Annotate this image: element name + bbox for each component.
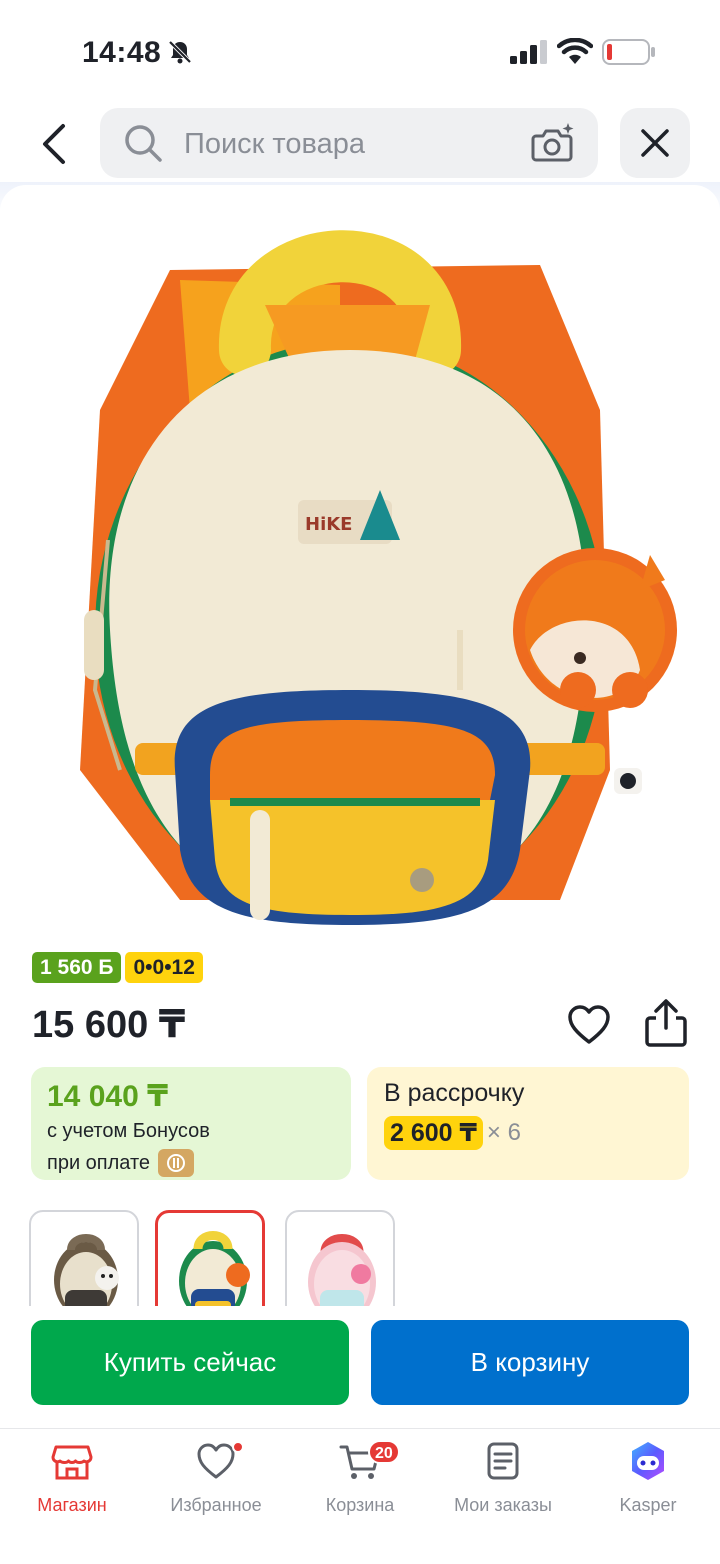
nav-cart-label: Корзина bbox=[325, 1495, 395, 1515]
bonus-price-line2: при оплате bbox=[47, 1149, 335, 1177]
nav-orders[interactable]: Мои заказы bbox=[433, 1439, 573, 1516]
bonus-price-text2: при оплате bbox=[47, 1151, 151, 1174]
installment-badge: 0•0•12 bbox=[125, 952, 203, 983]
installment-amount: 2 600 ₸ bbox=[384, 1116, 483, 1150]
status-time: 14:48 bbox=[82, 36, 162, 69]
back-button[interactable] bbox=[28, 118, 80, 170]
search-placeholder: Поиск товара bbox=[184, 128, 365, 160]
product-page: 14:48 Поиск товара HiKE 1 560 Б 0•0•12 1… bbox=[0, 0, 720, 1564]
share-icon[interactable] bbox=[644, 998, 688, 1048]
nav-assistant[interactable]: Kasper bbox=[578, 1439, 718, 1516]
bonus-price-text1: с учетом Бонусов bbox=[47, 1120, 210, 1142]
product-price: 15 600 ₸ bbox=[32, 1004, 186, 1046]
battery-icon bbox=[602, 39, 655, 65]
installment-row: 2 600 ₸ × 6 bbox=[384, 1116, 672, 1150]
installment-title: В рассрочку bbox=[384, 1079, 525, 1107]
nav-shop-label: Магазин bbox=[37, 1495, 107, 1515]
bell-off-icon bbox=[168, 40, 192, 64]
nav-shop[interactable]: Магазин bbox=[2, 1439, 142, 1516]
variant-thumbnails bbox=[29, 1210, 429, 1306]
bottom-nav: Магазин Избранное 20 Корзина Мои заказы bbox=[0, 1428, 720, 1564]
bonus-price-card[interactable]: 14 040 ₸ с учетом Бонусов при оплате bbox=[31, 1067, 351, 1180]
variant-thumb-cream-fox[interactable] bbox=[155, 1210, 265, 1306]
add-to-cart-button[interactable]: В корзину bbox=[371, 1320, 689, 1405]
favorite-heart-icon[interactable] bbox=[566, 1002, 612, 1048]
bonus-badge: 1 560 Б bbox=[32, 952, 122, 983]
nav-favorites[interactable]: Избранное bbox=[146, 1439, 286, 1516]
favorites-dot bbox=[232, 1441, 244, 1453]
variant-thumb-image bbox=[308, 1234, 376, 1306]
bonus-price-amount: 14 040 ₸ bbox=[47, 1080, 168, 1113]
variant-thumb-image bbox=[179, 1231, 250, 1306]
assistant-icon bbox=[632, 1442, 664, 1480]
installment-multiplier: × 6 bbox=[486, 1119, 521, 1146]
chevron-left-icon bbox=[43, 124, 65, 164]
close-button[interactable] bbox=[620, 108, 690, 178]
buy-now-button[interactable]: Купить сейчас bbox=[31, 1320, 349, 1405]
variant-thumb-pink-cat[interactable] bbox=[285, 1210, 395, 1306]
search-input[interactable]: Поиск товара bbox=[100, 108, 598, 178]
search-icon bbox=[125, 125, 162, 162]
promo-badges: 1 560 Б 0•0•12 bbox=[32, 952, 203, 983]
svg-text:HiKE: HiKE bbox=[305, 514, 352, 535]
variant-thumb-image bbox=[54, 1234, 119, 1306]
orders-icon bbox=[487, 1442, 519, 1480]
variant-thumb-beige-panda[interactable] bbox=[29, 1210, 139, 1306]
nav-cart[interactable]: 20 Корзина bbox=[290, 1439, 430, 1516]
top-bar: Поиск товара bbox=[0, 100, 720, 190]
camera-search-icon[interactable] bbox=[530, 120, 576, 166]
shop-icon bbox=[51, 1445, 93, 1480]
payment-card-icon bbox=[158, 1149, 195, 1177]
close-icon bbox=[641, 129, 669, 157]
bonus-price-line1: с учетом Бонусов bbox=[47, 1120, 335, 1143]
nav-favorites-label: Избранное bbox=[170, 1495, 262, 1515]
installment-card[interactable]: В рассрочку 2 600 ₸ × 6 bbox=[367, 1067, 689, 1180]
product-image[interactable]: HiKE bbox=[40, 210, 680, 940]
nav-assistant-label: Kasper bbox=[619, 1495, 677, 1515]
cellular-signal-icon bbox=[510, 40, 547, 64]
nav-orders-label: Мои заказы bbox=[454, 1495, 552, 1515]
cart-count-badge: 20 bbox=[368, 1440, 400, 1464]
status-bar: 14:48 bbox=[0, 0, 720, 100]
wifi-icon bbox=[557, 38, 593, 64]
